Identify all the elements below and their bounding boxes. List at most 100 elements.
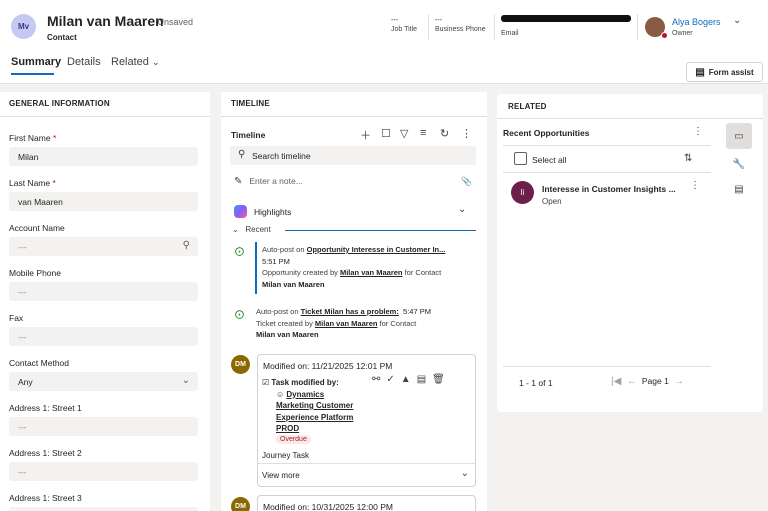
bookmark-icon[interactable]: ☐ bbox=[381, 127, 391, 140]
auto-post-opportunity[interactable]: Auto-post on Opportunity Interesse in Cu… bbox=[262, 244, 445, 290]
assign-icon[interactable]: ⚯ bbox=[372, 374, 386, 385]
task-user-link[interactable]: Dynamics bbox=[286, 390, 324, 399]
enter-note-input[interactable]: ✎ Enter a note... 📎 bbox=[234, 176, 474, 187]
sort-icon[interactable]: ⇅ bbox=[684, 153, 692, 164]
field-value: --- bbox=[18, 241, 27, 252]
more-icon[interactable]: ⋮ bbox=[461, 127, 472, 140]
view-more-link[interactable]: View more bbox=[262, 471, 300, 480]
header-job-title[interactable]: --- Job Title bbox=[391, 17, 417, 33]
chevron-down-icon: ⌄ bbox=[151, 57, 160, 67]
contact-method-select[interactable]: Any ⌄ bbox=[9, 372, 198, 391]
attachment-icon[interactable]: 📎 bbox=[461, 176, 472, 187]
check-icon[interactable]: ✓ bbox=[386, 374, 400, 385]
field-label-account-name: Account Name bbox=[9, 223, 65, 233]
search-timeline-input[interactable]: ⚲ Search timeline bbox=[230, 146, 476, 165]
header-business-phone[interactable]: --- Business Phone bbox=[435, 17, 486, 33]
header-divider bbox=[637, 14, 638, 40]
note-icon[interactable]: ▤ bbox=[417, 374, 432, 385]
records-pane-icon[interactable]: ▭ bbox=[726, 123, 752, 149]
page-label: Page 1 bbox=[641, 376, 669, 386]
recent-label: Recent bbox=[245, 225, 271, 234]
wrench-icon[interactable]: 🔧 bbox=[726, 151, 752, 177]
card-divider bbox=[258, 463, 475, 464]
search-placeholder: Search timeline bbox=[252, 150, 311, 161]
next-page-icon[interactable]: → bbox=[674, 376, 684, 387]
section-divider bbox=[497, 118, 763, 119]
chevron-down-icon[interactable]: ⌄ bbox=[461, 468, 469, 479]
add-icon[interactable]: ＋ bbox=[360, 127, 371, 143]
expand-header-chevron-icon[interactable]: ⌄ bbox=[733, 15, 741, 26]
recent-group-toggle[interactable]: ⌄ Recent bbox=[232, 225, 271, 234]
auto-post-icon: ⨀ bbox=[235, 246, 244, 256]
first-name-field[interactable]: Milan bbox=[9, 147, 198, 166]
highlights-label[interactable]: Highlights bbox=[254, 207, 291, 217]
task-subject: Journey Task bbox=[262, 451, 309, 460]
subgrid-divider bbox=[503, 366, 711, 367]
tab-details[interactable]: Details bbox=[67, 56, 101, 68]
first-page-icon[interactable]: |◀ bbox=[611, 376, 621, 387]
required-marker: * bbox=[52, 133, 57, 143]
last-name-field[interactable]: van Maaren bbox=[9, 192, 198, 211]
post-time: 5:51 PM bbox=[262, 256, 290, 266]
post-text: for Contact bbox=[402, 268, 442, 277]
tab-related[interactable]: Related ⌄ bbox=[111, 56, 160, 68]
post-text: Ticket created by bbox=[256, 318, 315, 328]
auto-post-icon: ⨀ bbox=[235, 309, 244, 319]
field-label-first-name: First Name * bbox=[9, 133, 56, 143]
save-status: - Unsaved bbox=[152, 17, 194, 27]
auto-post-ticket[interactable]: Auto-post on Ticket Milan has a problem:… bbox=[256, 306, 431, 341]
search-icon: ⚲ bbox=[238, 149, 246, 160]
post-user-link[interactable]: Milan van Maaren bbox=[340, 268, 403, 277]
activity-card[interactable]: Modified on: 10/31/2025 12:00 PM bbox=[257, 495, 476, 511]
search-icon[interactable]: ⚲ bbox=[183, 240, 190, 251]
task-activity-card[interactable]: Modified on: 11/21/2025 12:01 PM ⚯✓▲▤🗑 ☑… bbox=[257, 354, 476, 487]
street-3-field[interactable] bbox=[9, 507, 198, 511]
post-link[interactable]: Ticket Milan has a problem: bbox=[301, 307, 399, 316]
post-user-link[interactable]: Milan van Maaren bbox=[315, 319, 378, 328]
post-text: Opportunity created by bbox=[262, 268, 340, 277]
form-assist-label: Form assist bbox=[708, 67, 754, 77]
refresh-icon[interactable]: ↻ bbox=[440, 127, 449, 140]
select-all-checkbox[interactable] bbox=[514, 152, 527, 165]
account-name-lookup[interactable]: --- ⚲ bbox=[9, 237, 198, 256]
post-link[interactable]: Opportunity Interesse in Customer In... bbox=[307, 245, 446, 254]
note-placeholder: Enter a note... bbox=[249, 176, 303, 186]
previous-page-icon[interactable]: ← bbox=[627, 376, 637, 387]
tab-summary[interactable]: Summary bbox=[11, 56, 61, 68]
section-title: RELATED bbox=[508, 102, 547, 111]
section-divider bbox=[0, 116, 210, 117]
task-user-link[interactable]: PROD bbox=[276, 424, 299, 433]
subgrid-divider bbox=[503, 145, 711, 146]
owner-name-link[interactable]: Alya Bogers bbox=[672, 17, 721, 27]
mobile-phone-field[interactable]: --- bbox=[9, 282, 198, 301]
record-title: Milan van Maaren bbox=[47, 13, 164, 29]
task-label: Task modified by: bbox=[271, 378, 339, 387]
filter-icon[interactable]: ▽ bbox=[400, 127, 408, 140]
task-user-link[interactable]: Experience Platform bbox=[276, 413, 353, 422]
header-divider bbox=[494, 14, 495, 40]
list-icon[interactable]: ≡ bbox=[420, 127, 426, 139]
chevron-down-icon[interactable]: ⌄ bbox=[458, 204, 466, 215]
recent-divider bbox=[285, 230, 476, 231]
fax-field[interactable]: --- bbox=[9, 327, 198, 346]
select-all-label: Select all bbox=[532, 155, 567, 165]
opportunity-title-link[interactable]: Interesse in Customer Insights ... bbox=[542, 184, 676, 194]
required-marker: * bbox=[52, 178, 56, 188]
document-icon[interactable]: ▤ bbox=[726, 176, 752, 202]
street-1-field[interactable]: --- bbox=[9, 417, 198, 436]
street-2-field[interactable]: --- bbox=[9, 462, 198, 481]
field-label-street-3: Address 1: Street 3 bbox=[9, 493, 82, 503]
delete-icon[interactable]: 🗑 bbox=[432, 374, 451, 385]
open-record-icon[interactable]: ▲ bbox=[401, 374, 417, 385]
field-value: Any bbox=[18, 376, 33, 387]
owner-label: Owner bbox=[672, 30, 693, 37]
more-icon[interactable]: ⋮ bbox=[693, 126, 703, 137]
field-label-street-1: Address 1: Street 1 bbox=[9, 403, 82, 413]
activity-avatar: DM bbox=[231, 355, 250, 374]
form-assist-button[interactable]: ▤ Form assist bbox=[686, 62, 763, 82]
overdue-badge: Overdue bbox=[276, 435, 311, 444]
more-icon[interactable]: ⋮ bbox=[690, 180, 700, 191]
header-email[interactable]: Email bbox=[501, 28, 519, 37]
task-user-link[interactable]: Marketing Customer bbox=[276, 401, 353, 410]
section-title: TIMELINE bbox=[231, 99, 270, 108]
